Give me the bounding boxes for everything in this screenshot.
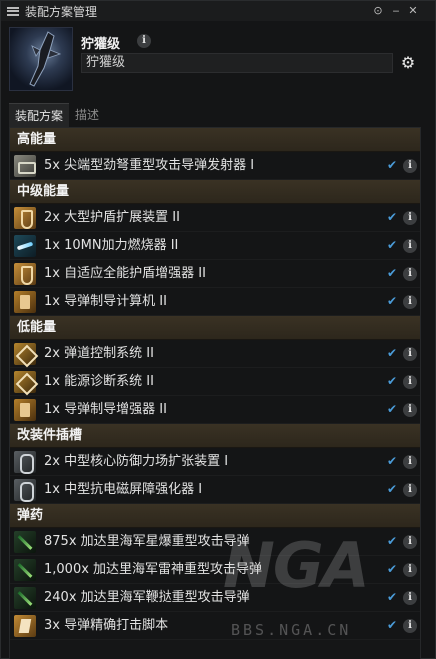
module-label: 1x 导弹制导计算机 II xyxy=(44,294,167,309)
check-icon: ✔ xyxy=(387,266,398,280)
list-item[interactable]: 1x 能源诊断系统 II ✔ i xyxy=(10,368,420,396)
list-item[interactable]: 2x 弹道控制系统 II ✔ i xyxy=(10,340,420,368)
rig-icon xyxy=(14,479,36,502)
module-label: 5x 尖端型劲弩重型攻击导弹发射器 I xyxy=(44,158,255,173)
ballistic-control-icon xyxy=(14,343,36,365)
fitting-module-list[interactable]: 高能量 5x 尖端型劲弩重型攻击导弹发射器 I ✔ i 中级能量 2x 大型护盾… xyxy=(9,127,421,659)
module-label: 1,000x 加达里海军雷神重型攻击导弹 xyxy=(44,562,263,577)
list-item[interactable]: 5x 尖端型劲弩重型攻击导弹发射器 I ✔ i xyxy=(10,152,420,180)
check-icon: ✔ xyxy=(387,238,398,252)
gear-icon[interactable]: ⚙ xyxy=(399,54,417,72)
info-icon[interactable]: i xyxy=(403,483,417,497)
module-label: 875x 加达里海军星爆重型攻击导弹 xyxy=(44,534,250,549)
list-item[interactable]: 1x 自适应全能护盾增强器 II ✔ i xyxy=(10,260,420,288)
list-item[interactable]: 1x 导弹制导计算机 II ✔ i xyxy=(10,288,420,316)
info-icon[interactable]: i xyxy=(403,347,417,361)
module-label: 1x 能源诊断系统 II xyxy=(44,374,154,389)
shield-hardener-icon xyxy=(14,263,36,285)
check-icon: ✔ xyxy=(387,346,398,360)
module-label: 2x 中型核心防御力场扩张装置 I xyxy=(44,454,229,469)
list-item[interactable]: 1x 导弹制导增强器 II ✔ i xyxy=(10,396,420,424)
module-label: 2x 弹道控制系统 II xyxy=(44,346,154,361)
ship-image[interactable] xyxy=(9,27,73,91)
info-icon[interactable]: i xyxy=(403,563,417,577)
tab-description[interactable]: 描述 xyxy=(69,103,105,127)
window-title: 装配方案管理 xyxy=(25,4,98,19)
ship-name: 狞獾级 xyxy=(81,37,121,52)
info-icon[interactable]: i xyxy=(403,535,417,549)
check-icon: ✔ xyxy=(387,402,398,416)
list-item[interactable]: 3x 导弹精确打击脚本 ✔ i xyxy=(10,612,420,640)
fitting-header: 狞獾级 i 狞獾级 ⚙ xyxy=(1,21,435,99)
rig-icon xyxy=(14,451,36,474)
title-bar[interactable]: 装配方案管理 ⊙ ‒ ✕ xyxy=(1,1,435,21)
check-icon: ✔ xyxy=(387,618,398,632)
info-icon[interactable]: i xyxy=(403,267,417,281)
list-item[interactable]: 2x 大型护盾扩展装置 II ✔ i xyxy=(10,204,420,232)
info-icon[interactable]: i xyxy=(403,159,417,173)
menu-icon[interactable] xyxy=(7,6,19,16)
check-icon: ✔ xyxy=(387,294,398,308)
info-icon[interactable]: i xyxy=(403,403,417,417)
module-label: 1x 导弹制导增强器 II xyxy=(44,402,167,417)
list-item[interactable]: 1,000x 加达里海军雷神重型攻击导弹 ✔ i xyxy=(10,556,420,584)
afterburner-icon xyxy=(14,235,36,257)
ship-silhouette-icon xyxy=(29,31,62,87)
check-icon: ✔ xyxy=(387,454,398,468)
section-header-low-slots: 低能量 xyxy=(10,316,420,340)
section-header-high-slots: 高能量 xyxy=(10,128,420,152)
launcher-icon xyxy=(14,155,36,177)
list-item[interactable]: 875x 加达里海军星爆重型攻击导弹 ✔ i xyxy=(10,528,420,556)
power-diagnostic-icon xyxy=(14,371,36,393)
close-icon[interactable]: ✕ xyxy=(406,4,420,18)
module-label: 1x 10MN加力燃烧器 II xyxy=(44,238,179,253)
module-label: 2x 大型护盾扩展装置 II xyxy=(44,210,180,225)
guidance-enhancer-icon xyxy=(14,399,36,421)
script-icon xyxy=(14,615,36,637)
info-icon[interactable]: i xyxy=(403,619,417,633)
ship-info-icon[interactable]: i xyxy=(137,34,151,48)
module-label: 1x 自适应全能护盾增强器 II xyxy=(44,266,206,281)
module-label: 1x 中型抗电磁屏障强化器 I xyxy=(44,482,203,497)
list-item[interactable]: 240x 加达里海军鞭挞重型攻击导弹 ✔ i xyxy=(10,584,420,612)
section-header-rig-slots: 改装件插槽 xyxy=(10,424,420,448)
section-header-mid-slots: 中级能量 xyxy=(10,180,420,204)
info-icon[interactable]: i xyxy=(403,591,417,605)
info-icon[interactable]: i xyxy=(403,295,417,309)
info-icon[interactable]: i xyxy=(403,211,417,225)
module-label: 240x 加达里海军鞭挞重型攻击导弹 xyxy=(44,590,250,605)
check-icon: ✔ xyxy=(387,534,398,548)
shield-extender-icon xyxy=(14,207,36,229)
check-icon: ✔ xyxy=(387,374,398,388)
help-icon[interactable]: ⊙ xyxy=(371,4,385,18)
list-item[interactable]: 1x 10MN加力燃烧器 II ✔ i xyxy=(10,232,420,260)
minimize-icon[interactable]: ‒ xyxy=(389,4,403,18)
list-item[interactable]: 1x 中型抗电磁屏障强化器 I ✔ i xyxy=(10,476,420,504)
module-label: 3x 导弹精确打击脚本 xyxy=(44,618,169,633)
guidance-computer-icon xyxy=(14,291,36,313)
list-item[interactable]: 2x 中型核心防御力场扩张装置 I ✔ i xyxy=(10,448,420,476)
check-icon: ✔ xyxy=(387,482,398,496)
tab-fitting[interactable]: 装配方案 xyxy=(9,103,70,127)
info-icon[interactable]: i xyxy=(403,375,417,389)
check-icon: ✔ xyxy=(387,562,398,576)
missile-icon xyxy=(14,587,36,609)
check-icon: ✔ xyxy=(387,210,398,224)
info-icon[interactable]: i xyxy=(403,239,417,253)
section-header-charges: 弹药 xyxy=(10,504,420,528)
missile-icon xyxy=(14,531,36,553)
fitting-management-window: 装配方案管理 ⊙ ‒ ✕ 狞獾级 i 狞獾级 ⚙ 装配方案 描述 高能量 5x … xyxy=(0,0,436,659)
check-icon: ✔ xyxy=(387,158,398,172)
info-icon[interactable]: i xyxy=(403,455,417,469)
check-icon: ✔ xyxy=(387,590,398,604)
missile-icon xyxy=(14,559,36,581)
fitting-name-input[interactable]: 狞獾级 xyxy=(81,53,393,73)
tab-bar: 装配方案 描述 xyxy=(9,103,105,127)
